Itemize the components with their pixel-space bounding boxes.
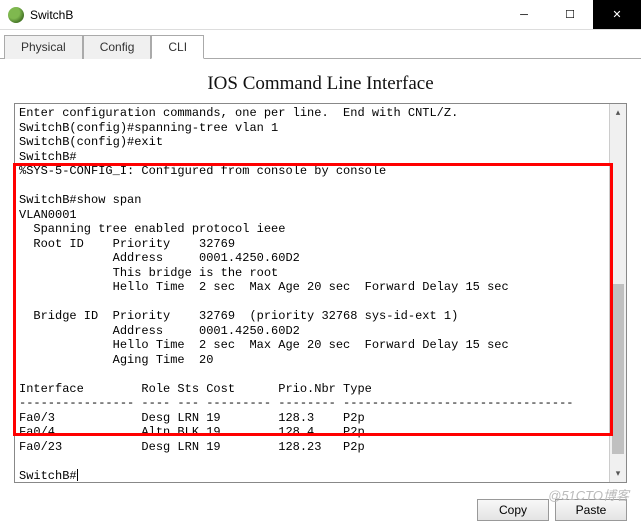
titlebar: SwitchB ─ ☐ ✕: [0, 0, 641, 30]
scroll-thumb[interactable]: [612, 284, 624, 454]
cli-output-box: Enter configuration commands, one per li…: [14, 103, 627, 483]
cli-heading: IOS Command Line Interface: [14, 73, 627, 95]
close-button[interactable]: ✕: [593, 0, 641, 29]
copy-button[interactable]: Copy: [477, 499, 549, 521]
maximize-button[interactable]: ☐: [547, 0, 593, 29]
cli-panel: IOS Command Line Interface Enter configu…: [0, 59, 641, 491]
button-row: Copy Paste: [0, 491, 641, 521]
text-cursor: [77, 469, 78, 481]
scroll-down-icon[interactable]: ▾: [610, 465, 626, 482]
cli-text-content: Enter configuration commands, one per li…: [19, 106, 574, 482]
tab-cli[interactable]: CLI: [151, 35, 204, 59]
minimize-button[interactable]: ─: [501, 0, 547, 29]
tab-config[interactable]: Config: [83, 35, 152, 59]
window-title: SwitchB: [30, 8, 501, 22]
app-icon: [8, 7, 24, 23]
scrollbar[interactable]: ▴ ▾: [609, 104, 626, 482]
scroll-up-icon[interactable]: ▴: [610, 104, 626, 121]
window-controls: ─ ☐ ✕: [501, 0, 641, 29]
paste-button[interactable]: Paste: [555, 499, 627, 521]
tab-physical[interactable]: Physical: [4, 35, 83, 59]
cli-output[interactable]: Enter configuration commands, one per li…: [15, 104, 609, 482]
tab-bar: Physical Config CLI: [0, 30, 641, 59]
